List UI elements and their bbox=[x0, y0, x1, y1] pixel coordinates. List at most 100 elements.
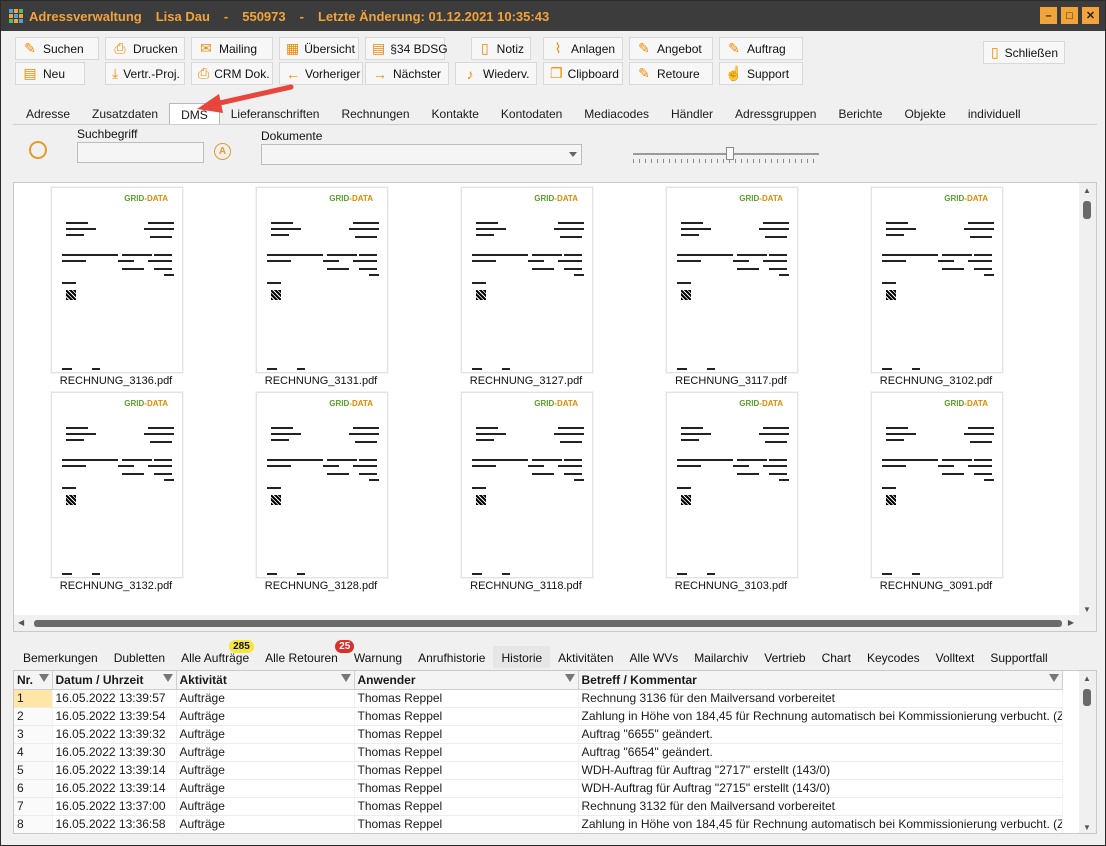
document-thumbnail[interactable]: GRID-DATA RECHNUNG_3091.pdf bbox=[834, 388, 1004, 592]
tab-bemerkungen[interactable]: Bemerkungen bbox=[15, 646, 106, 668]
document-thumbnail[interactable]: GRID-DATA RECHNUNG_3136.pdf bbox=[14, 183, 184, 387]
angebot-button[interactable]: ✎ Angebot bbox=[629, 37, 713, 60]
vertr-proj-button[interactable]: ⤓ Vertr.-Proj. bbox=[105, 62, 185, 85]
neu-button[interactable]: ▤ Neu bbox=[15, 62, 85, 85]
table-row[interactable]: 5 16.05.2022 13:39:14 Aufträge Thomas Reppe… bbox=[14, 761, 1063, 780]
scroll-up-icon[interactable]: ▲ bbox=[1083, 674, 1091, 683]
pdf-preview[interactable]: GRID-DATA bbox=[51, 392, 183, 578]
tab-mailarchiv[interactable]: Mailarchiv bbox=[686, 646, 756, 668]
close-button[interactable]: ▯ Schließen bbox=[983, 41, 1065, 64]
column-header-nr[interactable]: Nr. bbox=[14, 671, 53, 690]
n-chster-button[interactable]: → Nächster bbox=[365, 62, 449, 85]
pdf-preview[interactable]: GRID-DATA bbox=[461, 392, 593, 578]
document-thumbnail[interactable]: GRID-DATA RECHNUNG_3132.pdf bbox=[14, 388, 184, 592]
tab-warnung[interactable]: Warnung bbox=[346, 646, 410, 668]
tab-mediacodes[interactable]: Mediacodes bbox=[573, 103, 660, 125]
retoure-button[interactable]: ✎ Retoure bbox=[629, 62, 713, 85]
scrollbar-thumb[interactable] bbox=[34, 620, 1062, 627]
close-icon[interactable]: ✕ bbox=[1082, 7, 1099, 24]
tab-adressgruppen[interactable]: Adressgruppen bbox=[724, 103, 827, 125]
search-icon[interactable]: A bbox=[214, 143, 231, 160]
clipboard-button[interactable]: ❐ Clipboard bbox=[543, 62, 623, 85]
pdf-preview[interactable]: GRID-DATA bbox=[461, 187, 593, 373]
tab-kontakte[interactable]: Kontakte bbox=[421, 103, 490, 125]
support-button[interactable]: ☝ Support bbox=[719, 62, 803, 85]
tab-volltext[interactable]: Volltext bbox=[928, 646, 983, 668]
table-row[interactable]: 6 16.05.2022 13:39:14 Aufträge Thomas Reppe… bbox=[14, 779, 1063, 798]
pdf-preview[interactable]: GRID-DATA bbox=[666, 392, 798, 578]
tab-aktivit-ten[interactable]: Aktivitäten bbox=[550, 646, 621, 668]
mailing-button[interactable]: ✉ Mailing bbox=[191, 37, 273, 60]
tab-rechnungen[interactable]: Rechnungen bbox=[330, 103, 420, 125]
pdf-preview[interactable]: GRID-DATA bbox=[871, 187, 1003, 373]
minimize-icon[interactable]: – bbox=[1040, 7, 1057, 24]
pdf-preview[interactable]: GRID-DATA bbox=[51, 187, 183, 373]
table-row[interactable]: 2 16.05.2022 13:39:54 Aufträge Thomas Reppe… bbox=[14, 707, 1063, 726]
tab-vertrieb[interactable]: Vertrieb bbox=[756, 646, 813, 668]
pdf-preview[interactable]: GRID-DATA bbox=[256, 392, 388, 578]
column-header-betreff-kommentar[interactable]: Betreff / Kommentar bbox=[578, 671, 1063, 690]
tab-h-ndler[interactable]: Händler bbox=[660, 103, 724, 125]
document-thumbnail[interactable]: GRID-DATA RECHNUNG_3131.pdf bbox=[219, 183, 389, 387]
zoom-slider-thumb[interactable] bbox=[725, 147, 734, 160]
34-bdsg-button[interactable]: ▤ §34 BDSG bbox=[365, 37, 448, 60]
vertical-scrollbar[interactable]: ▲ ▼ bbox=[1079, 183, 1096, 617]
horizontal-scrollbar[interactable]: ◀ ▶ bbox=[14, 615, 1096, 631]
scrollbar-thumb[interactable] bbox=[1083, 689, 1091, 706]
document-thumbnail[interactable]: GRID-DATA RECHNUNG_3103.pdf bbox=[629, 388, 799, 592]
search-input[interactable] bbox=[77, 142, 204, 163]
tab-alle-retouren[interactable]: Alle Retouren 25 bbox=[257, 640, 355, 668]
maximize-icon[interactable]: □ bbox=[1061, 7, 1078, 24]
notiz-button[interactable]: ▯ Notiz bbox=[471, 37, 531, 60]
scroll-up-icon[interactable]: ▲ bbox=[1083, 186, 1091, 195]
tab-historie[interactable]: Historie bbox=[493, 646, 551, 668]
document-thumbnail[interactable]: GRID-DATA RECHNUNG_3118.pdf bbox=[424, 388, 594, 592]
tab-alle-wvs[interactable]: Alle WVs bbox=[622, 646, 687, 668]
filter-icon[interactable] bbox=[1048, 674, 1059, 684]
scrollbar-thumb[interactable] bbox=[1083, 201, 1091, 219]
scroll-left-icon[interactable]: ◀ bbox=[18, 618, 24, 627]
pdf-preview[interactable]: GRID-DATA bbox=[256, 187, 388, 373]
anlagen-button[interactable]: ⌇ Anlagen bbox=[543, 37, 623, 60]
scroll-right-icon[interactable]: ▶ bbox=[1068, 618, 1074, 627]
table-row[interactable]: 7 16.05.2022 13:37:00 Aufträge Thomas Reppe… bbox=[14, 797, 1063, 816]
tab-individuell[interactable]: individuell bbox=[957, 103, 1032, 125]
filter-icon[interactable] bbox=[340, 674, 351, 684]
table-row[interactable]: 8 16.05.2022 13:36:58 Aufträge Thomas Reppe… bbox=[14, 815, 1063, 833]
refresh-icon[interactable] bbox=[29, 141, 47, 159]
tab-alle-auftr-ge[interactable]: Alle Aufträge 285 bbox=[173, 640, 257, 668]
filter-icon[interactable] bbox=[564, 674, 575, 684]
tab-dubletten[interactable]: Dubletten bbox=[106, 646, 173, 668]
tab-zusatzdaten[interactable]: Zusatzdaten bbox=[81, 103, 169, 125]
pdf-preview[interactable]: GRID-DATA bbox=[666, 187, 798, 373]
scroll-down-icon[interactable]: ▼ bbox=[1083, 605, 1091, 614]
drucken-button[interactable]: ⎙ Drucken bbox=[105, 37, 185, 60]
auftrag-button[interactable]: ✎ Auftrag bbox=[719, 37, 803, 60]
column-header-anwender[interactable]: Anwender bbox=[354, 671, 579, 690]
wiederv-button[interactable]: ♪ Wiederv. bbox=[455, 62, 537, 85]
tab-anrufhistorie[interactable]: Anrufhistorie bbox=[410, 646, 493, 668]
grid-vertical-scrollbar[interactable]: ▲ ▼ bbox=[1079, 671, 1096, 833]
document-thumbnail[interactable]: GRID-DATA RECHNUNG_3128.pdf bbox=[219, 388, 389, 592]
tab-adresse[interactable]: Adresse bbox=[15, 103, 81, 125]
scroll-down-icon[interactable]: ▼ bbox=[1083, 823, 1091, 832]
tab-berichte[interactable]: Berichte bbox=[827, 103, 893, 125]
title-bar[interactable]: Adressverwaltung Lisa Dau - 550973 - Let… bbox=[1, 1, 1105, 31]
table-row[interactable]: 4 16.05.2022 13:39:30 Aufträge Thomas Reppe… bbox=[14, 743, 1063, 762]
tab-chart[interactable]: Chart bbox=[814, 646, 859, 668]
bersicht-button[interactable]: ▦ Übersicht bbox=[279, 37, 359, 60]
document-thumbnail[interactable]: GRID-DATA RECHNUNG_3127.pdf bbox=[424, 183, 594, 387]
tab-kontodaten[interactable]: Kontodaten bbox=[490, 103, 573, 125]
table-row[interactable]: 1 16.05.2022 13:39:57 Aufträge Thomas Reppe… bbox=[14, 689, 1063, 708]
pdf-preview[interactable]: GRID-DATA bbox=[871, 392, 1003, 578]
table-row[interactable]: 3 16.05.2022 13:39:32 Aufträge Thomas Reppe… bbox=[14, 725, 1063, 744]
column-header-aktivit-t[interactable]: Aktivität bbox=[176, 671, 355, 690]
tab-supportfall[interactable]: Supportfall bbox=[982, 646, 1055, 668]
suchen-button[interactable]: ✎ Suchen bbox=[15, 37, 99, 60]
column-header-datum-uhrzeit[interactable]: Datum / Uhrzeit bbox=[52, 671, 177, 690]
tab-keycodes[interactable]: Keycodes bbox=[859, 646, 928, 668]
filter-icon[interactable] bbox=[162, 674, 173, 684]
filter-icon[interactable] bbox=[38, 674, 49, 684]
tab-objekte[interactable]: Objekte bbox=[893, 103, 956, 125]
document-thumbnail[interactable]: GRID-DATA RECHNUNG_3102.pdf bbox=[834, 183, 1004, 387]
